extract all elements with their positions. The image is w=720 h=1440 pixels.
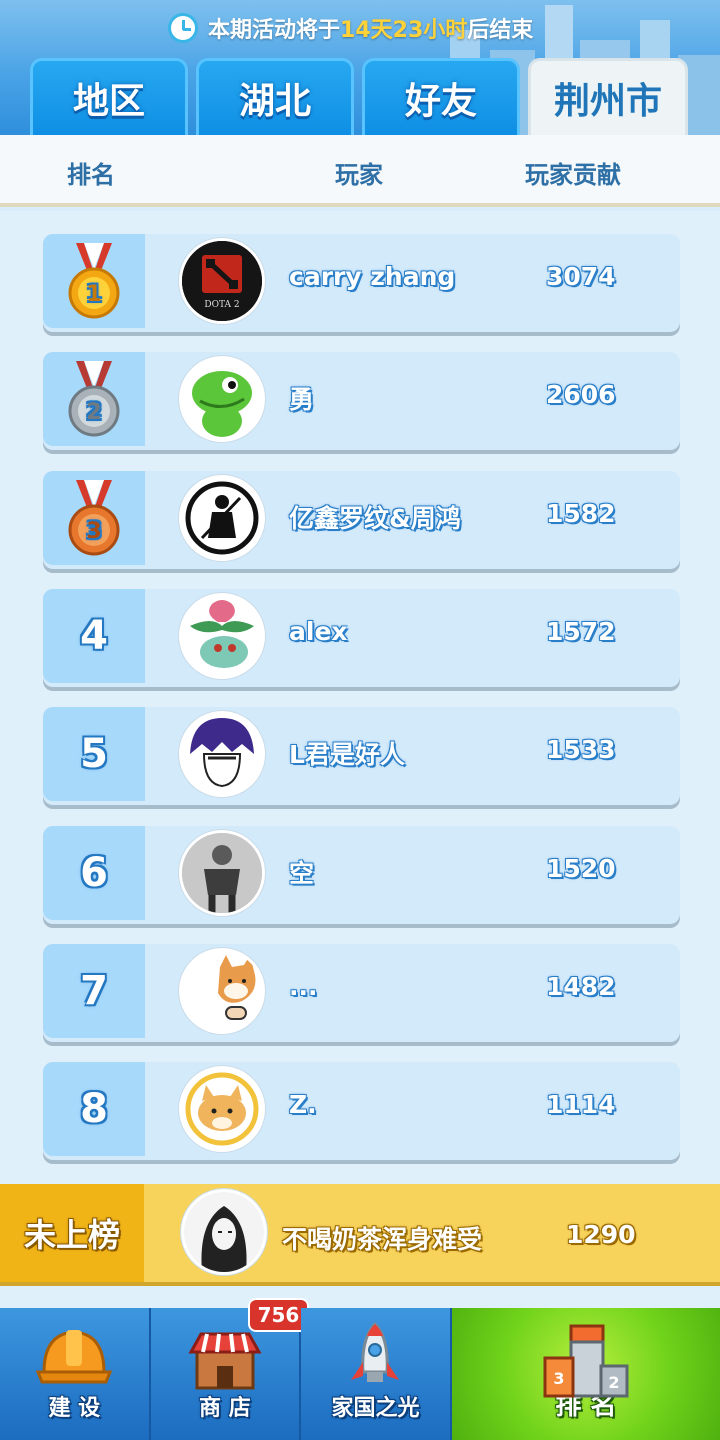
tab-region[interactable]: 地区 [30,58,188,135]
table-row[interactable]: 3 亿鑫罗纹&周鸿 1582 [43,471,680,569]
my-player-score: 1290 [566,1220,636,1249]
silver-medal-icon: 2 [68,361,120,437]
rocket-icon [351,1322,400,1382]
player-score: 1520 [546,854,616,883]
avatar [179,356,265,442]
bronze-medal-icon: 3 [68,480,120,556]
column-header: 排名 玩家 玩家贡献 [0,135,720,207]
tab-hubei[interactable]: 湖北 [196,58,354,135]
green-dinosaur-icon [182,359,262,439]
cartoon-cat-icon [182,1069,262,1149]
avatar [179,1066,265,1152]
player-name: L君是好人 [289,740,405,769]
svg-text:1: 1 [86,282,101,307]
player-name: 勇 [289,385,315,414]
player-name: 空 [289,859,315,888]
rank-number: 5 [43,707,145,801]
svg-text:2: 2 [608,1373,619,1392]
player-score: 3074 [546,262,616,291]
nav-shop-label: 商 店 [199,1396,251,1421]
nav-national-glory-label: 家国之光 [331,1396,420,1421]
table-row[interactable]: 7 ... 1482 [43,944,680,1042]
sketch-portrait-icon [184,1192,264,1272]
column-player: 玩家 [335,161,383,189]
avatar [179,830,265,916]
clock-icon [168,13,198,43]
timer-prefix: 本期活动将于 [208,18,341,43]
player-score: 1582 [546,499,616,528]
player-score: 2606 [546,380,616,409]
leaderboard-list[interactable]: 1 DOTA 2 carry zhang 3074 2 勇 2606 3 亿鑫罗… [0,211,720,1186]
top-header: 本期活动将于14天23小时后结束 地区 湖北 好友 荆州市 [0,0,720,135]
table-row[interactable]: 5 L君是好人 1533 [43,707,680,805]
avatar [179,948,265,1034]
event-timer: 本期活动将于14天23小时后结束 [168,10,533,46]
shiba-dog-icon [182,951,262,1031]
table-row[interactable]: 8 Z. 1114 [43,1062,680,1160]
timer-suffix: 后结束 [467,18,534,43]
nav-ranking[interactable]: 3 2 排 名 [451,1308,720,1440]
tab-jingzhou[interactable]: 荆州市 [528,58,688,135]
avatar [181,1189,267,1275]
avatar [179,593,265,679]
avatar [179,475,265,561]
ranking-podium-icon: 3 2 [543,1324,629,1398]
gold-medal-icon: 1 [68,243,120,319]
player-name: ... [289,972,318,1001]
warrior-silhouette-icon [182,478,262,558]
dota2-logo-icon: DOTA 2 [182,241,262,321]
nav-build[interactable]: 建 设 [0,1308,151,1440]
table-row[interactable]: 2 勇 2606 [43,352,680,450]
bottom-nav: 建 设 756 商 店 家国之光 3 2 排 名 [0,1298,720,1440]
my-rank-row[interactable]: 未上榜 不喝奶茶浑身难受 1290 [0,1184,720,1282]
rank-number: 7 [43,944,145,1038]
player-score: 1572 [546,617,616,646]
rank-number: 8 [43,1062,145,1156]
svg-text:3: 3 [553,1369,564,1388]
my-player-name: 不喝奶茶浑身难受 [282,1225,483,1254]
player-score: 1482 [546,972,616,1001]
svg-text:2: 2 [86,400,101,425]
player-score: 1114 [546,1090,616,1119]
table-row[interactable]: 1 DOTA 2 carry zhang 3074 [43,234,680,332]
nav-shop[interactable]: 756 商 店 [150,1298,310,1440]
region-tabs: 地区 湖北 好友 荆州市 [30,58,688,135]
anime-boy-icon [182,714,262,794]
tab-friends[interactable]: 好友 [362,58,520,135]
svg-text:DOTA 2: DOTA 2 [204,300,239,310]
person-photo-icon [182,833,262,913]
svg-text:3: 3 [86,519,101,544]
table-row[interactable]: 4 alex 1572 [43,589,680,687]
rank-number: 6 [43,826,145,920]
hardhat-icon [36,1330,113,1384]
rank-cell: 2 [43,352,145,446]
rank-number: 4 [43,589,145,683]
player-name: 亿鑫罗纹&周鸿 [289,504,461,533]
table-row[interactable]: 6 空 1520 [43,826,680,924]
avatar: DOTA 2 [179,238,265,324]
player-name: carry zhang [289,262,456,291]
nav-build-label: 建 设 [48,1396,101,1421]
avatar [179,711,265,797]
rank-cell: 1 [43,234,145,328]
bulbasaur-icon [182,596,262,676]
player-score: 1533 [546,735,616,764]
column-rank: 排名 [67,161,115,189]
rank-cell: 3 [43,471,145,565]
column-contribution: 玩家贡献 [525,161,621,189]
timer-remaining: 14天23小时 [340,18,468,43]
player-name: alex [289,617,348,646]
shop-icon [188,1332,262,1390]
player-name: Z. [289,1090,317,1119]
spacer [0,1286,720,1308]
not-ranked-label: 未上榜 [0,1184,144,1282]
nav-national-glory[interactable]: 家国之光 [301,1308,452,1440]
